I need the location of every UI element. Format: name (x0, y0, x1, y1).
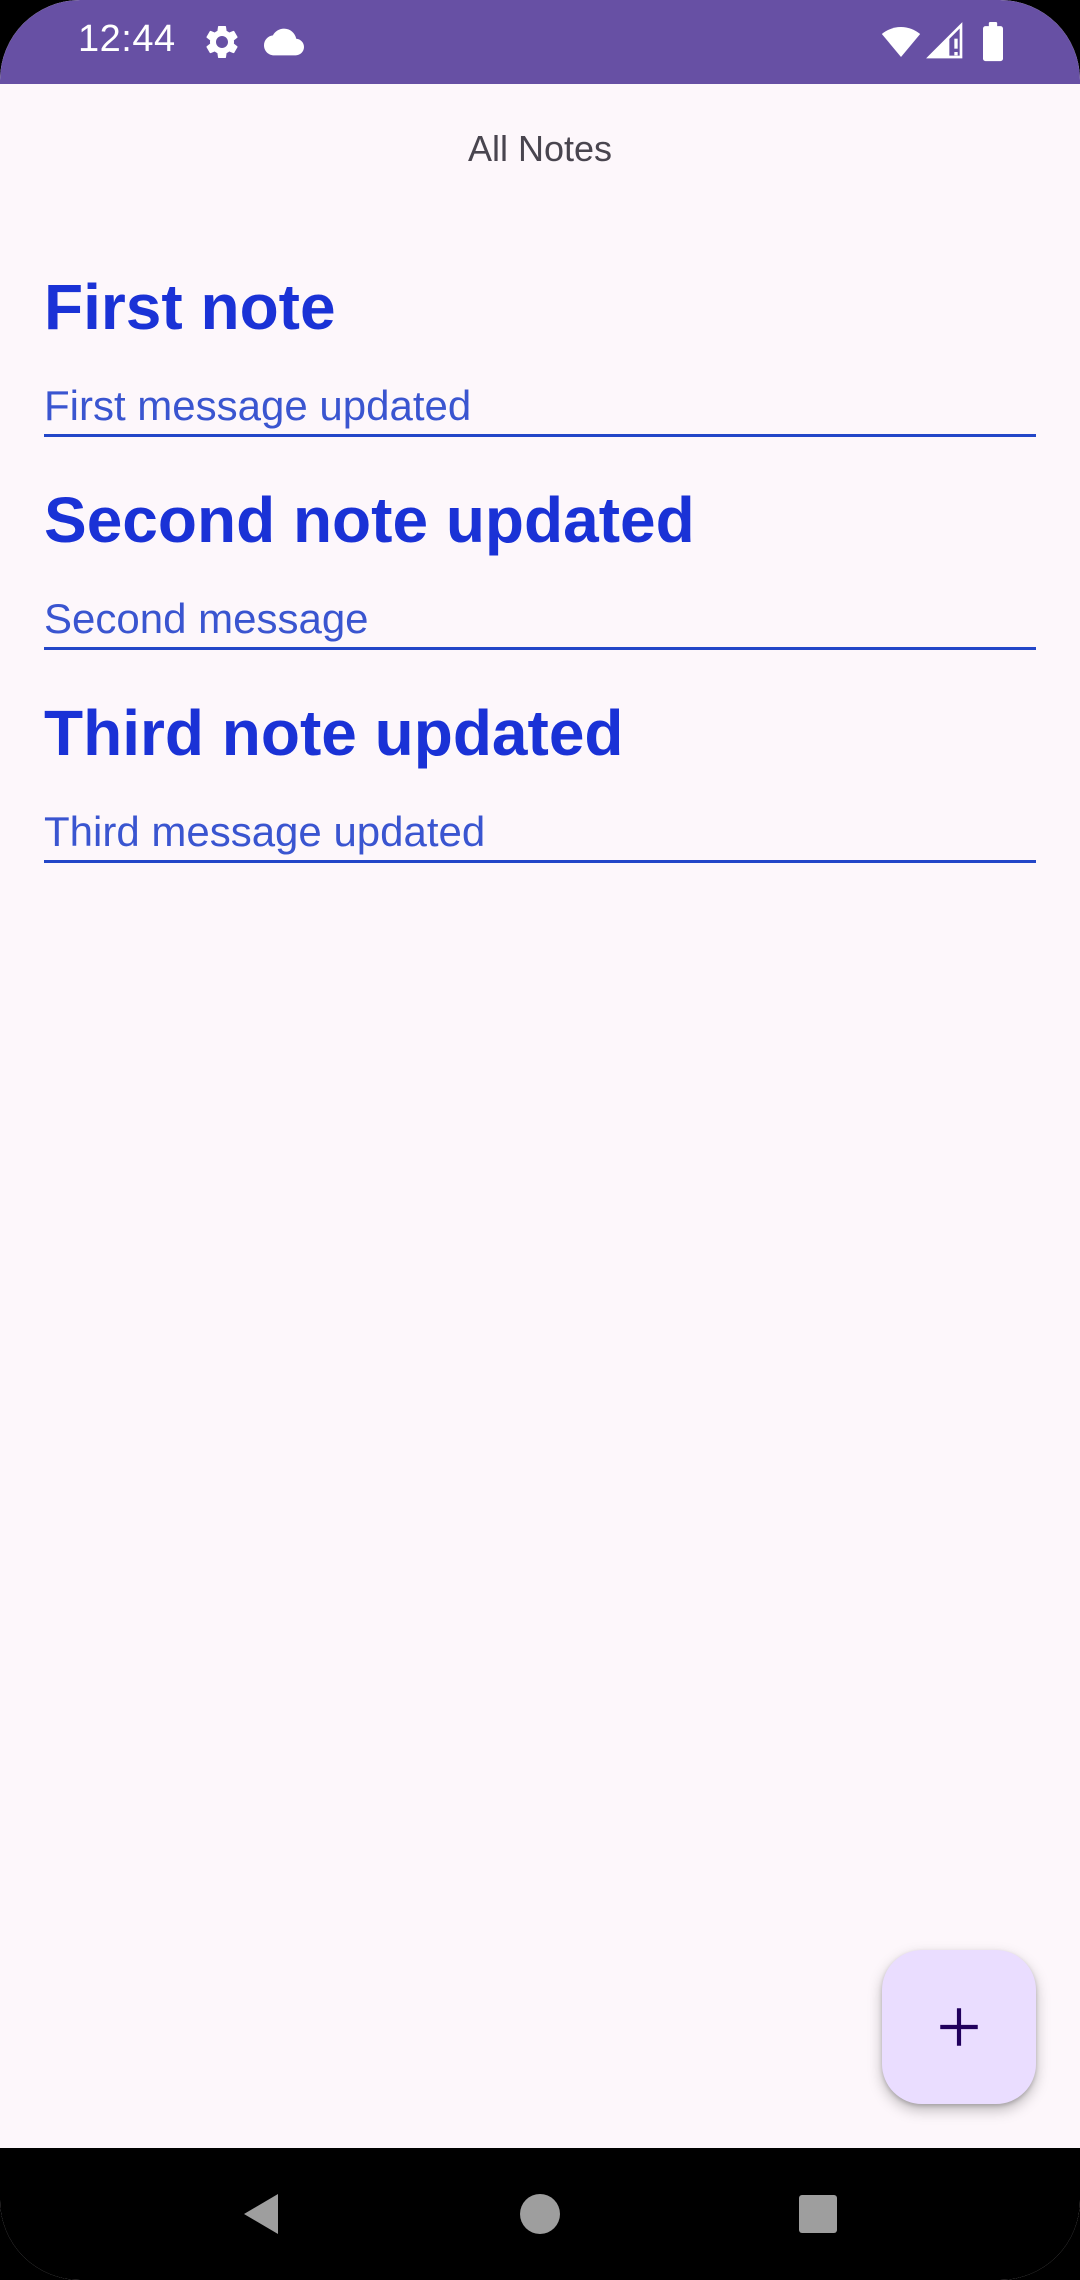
note-item-third[interactable]: Third note updated Third message updated (44, 696, 1036, 909)
signal-icon (926, 22, 963, 59)
add-note-button[interactable] (882, 1950, 1036, 2104)
page-title: All Notes (467, 128, 613, 169)
wifi-icon (881, 27, 921, 57)
note-title: Second note updated (44, 484, 695, 556)
screen: 12:44 All Notes First note First message… (0, 0, 1080, 2280)
navigation-bar (0, 2148, 1080, 2280)
note-item-first[interactable]: First note First message updated (44, 270, 1036, 483)
plus-icon (940, 2008, 978, 2046)
gear-icon (206, 25, 238, 58)
note-title: Third note updated (44, 697, 624, 769)
note-title: First note (44, 271, 336, 343)
notes-list: First note First message updated Second … (44, 270, 1036, 909)
battery-icon (983, 22, 1003, 62)
note-message[interactable]: Second message (44, 595, 1036, 650)
recents-button[interactable] (786, 2182, 850, 2246)
home-button[interactable] (508, 2182, 572, 2246)
home-icon (520, 2194, 560, 2234)
note-item-second[interactable]: Second note updated Second message (44, 483, 1036, 696)
recents-icon (799, 2195, 837, 2233)
status-bar: 12:44 (0, 0, 1080, 84)
back-icon (244, 2194, 278, 2234)
back-button[interactable] (228, 2182, 292, 2246)
note-message[interactable]: First message updated (44, 382, 1036, 437)
note-message[interactable]: Third message updated (44, 808, 1036, 863)
cloud-icon (264, 28, 304, 56)
status-time: 12:44 (78, 18, 176, 60)
